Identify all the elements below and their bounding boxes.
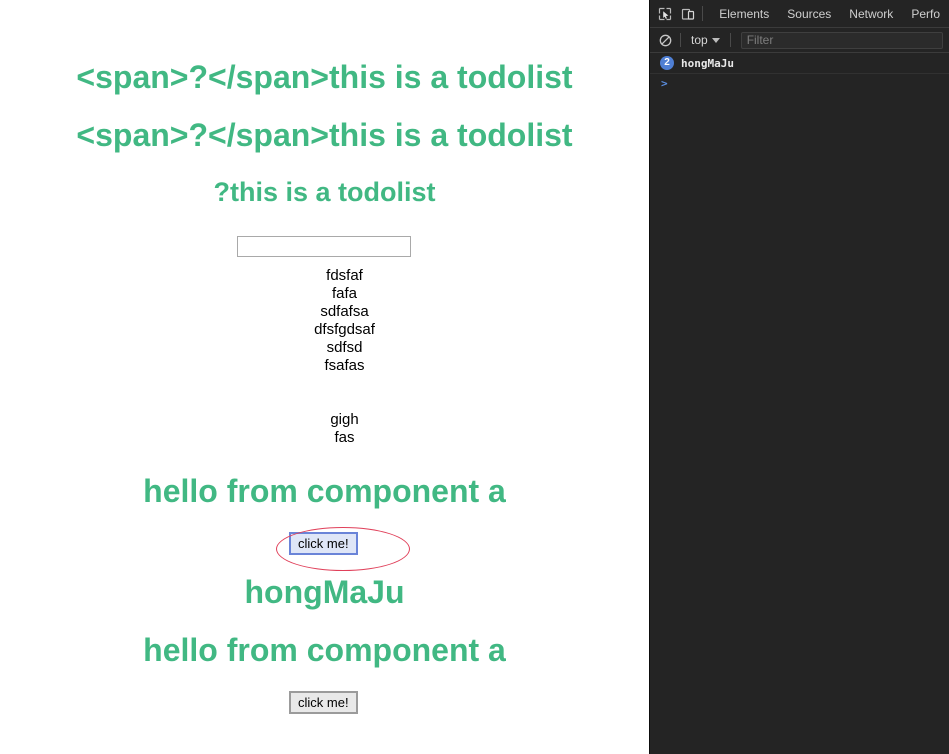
list-item[interactable] [0,375,649,393]
console-filter-input[interactable] [740,31,943,49]
clear-console-icon[interactable] [656,31,674,49]
tab-sources[interactable]: Sources [778,1,840,27]
click-me-button-1[interactable]: click me! [289,532,358,555]
screen-root: <span>?</span>this is a todolist <span>?… [0,0,949,754]
console-message-text: hongMaJu [681,56,734,70]
tab-network[interactable]: Network [840,1,902,27]
device-toolbar-icon[interactable] [677,3,700,25]
console-filter-bar: top [650,28,949,53]
list-item[interactable]: fsafas [0,357,649,375]
chevron-down-icon [711,37,720,43]
list-item[interactable]: gigh [0,411,649,429]
page-heading-1: <span>?</span>this is a todolist [76,59,573,95]
todo-list: fdsfaf fafa sdfafsa dfsfgdsaf sdfsd fsaf… [0,267,649,447]
console-repeat-badge: 2 [660,56,674,70]
todo-text-input[interactable] [237,236,411,257]
list-item[interactable] [0,393,649,411]
click-me-button-2[interactable]: click me! [289,691,358,714]
console-prompt-row[interactable]: > [650,74,949,92]
inspect-element-icon[interactable] [654,3,677,25]
tab-elements[interactable]: Elements [710,1,778,27]
console-context-label: top [691,33,708,47]
list-item[interactable]: fas [0,429,649,447]
component-a-heading-2: hello from component a [143,632,506,668]
component-a-heading-1: hello from component a [143,473,506,509]
list-item[interactable]: sdfsd [0,339,649,357]
filterbar-divider-2 [729,33,731,47]
chevron-right-icon: > [661,76,668,90]
tabbar-divider [702,6,704,21]
devtools-tabbar: Elements Sources Network Perfo [650,0,949,28]
console-message-row[interactable]: 2 hongMaJu [650,53,949,74]
page-heading-2: <span>?</span>this is a todolist [76,117,573,153]
console-output: 2 hongMaJu > [650,53,949,92]
console-context-selector[interactable]: top [687,33,724,47]
list-item[interactable]: fafa [0,285,649,303]
list-item[interactable]: dfsfgdsaf [0,321,649,339]
tab-performance[interactable]: Perfo [902,1,949,27]
list-item[interactable]: sdfafsa [0,303,649,321]
page-viewport: <span>?</span>this is a todolist <span>?… [0,0,649,754]
page-heading-3: ?this is a todolist [213,177,436,207]
devtools-panel: Elements Sources Network Perfo top Filte… [649,0,949,754]
hongmaju-heading: hongMaJu [244,574,405,610]
list-item[interactable]: fdsfaf [0,267,649,285]
filterbar-divider-1 [680,33,681,47]
